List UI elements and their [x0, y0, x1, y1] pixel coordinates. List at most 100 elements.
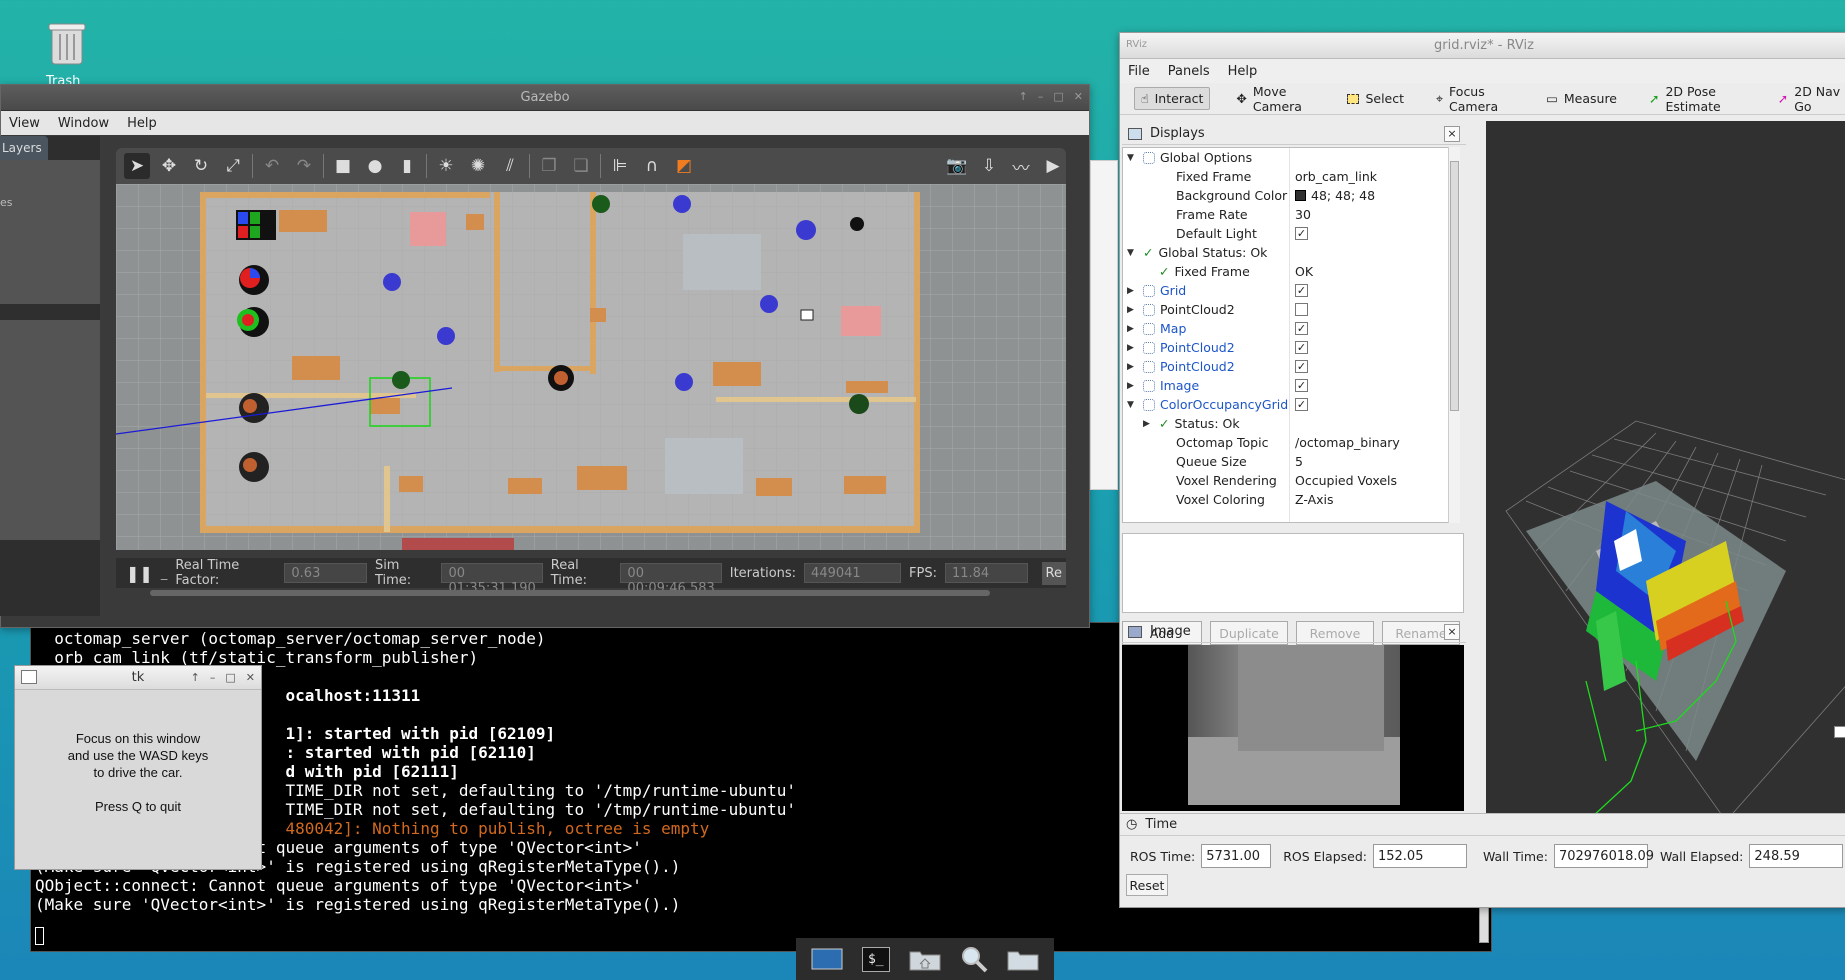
home-folder-icon[interactable]: [905, 942, 945, 976]
display-row[interactable]: ▶ Grid ✓: [1123, 281, 1457, 300]
expand-arrow-icon[interactable]: ▶: [1127, 362, 1134, 372]
tool-move-camera[interactable]: ✥ Move Camera: [1230, 81, 1321, 117]
display-row[interactable]: ▶ ✓ Status: Ok: [1123, 414, 1457, 433]
sphere-shape-icon[interactable]: ●: [362, 153, 388, 179]
copy-icon[interactable]: ❐: [536, 153, 562, 179]
ros-elapsed-field[interactable]: 152.05: [1372, 844, 1467, 868]
reset-world-button[interactable]: Re: [1041, 561, 1066, 585]
tk-titlebar[interactable]: tk ↑ – □ ✕: [15, 666, 261, 690]
tk-window[interactable]: tk ↑ – □ ✕ Focus on this window and use the…: [14, 665, 262, 870]
display-row[interactable]: ▼ ✓ Global Status: Ok: [1123, 243, 1457, 262]
display-row[interactable]: ✓ Fixed Frame OK: [1123, 262, 1457, 281]
shade-icon[interactable]: ↑: [1019, 90, 1028, 103]
menu-help[interactable]: Help: [127, 116, 157, 131]
display-row[interactable]: ▶ PointCloud2: [1123, 300, 1457, 319]
trash-icon[interactable]: [46, 20, 88, 70]
display-row[interactable]: ▼ Global Options: [1123, 148, 1457, 167]
tool-2d-pose-estimate[interactable]: ➚ 2D Pose Estimate: [1643, 81, 1752, 117]
display-row[interactable]: Voxel Coloring Z-Axis: [1123, 490, 1457, 509]
align-icon[interactable]: ⊫: [607, 153, 633, 179]
screenshot-icon[interactable]: 📷: [944, 153, 970, 179]
change-view-icon[interactable]: ◩: [671, 153, 697, 179]
menu-file[interactable]: File: [1128, 64, 1150, 79]
pause-button[interactable]: ❚❚: [126, 564, 153, 583]
paste-icon[interactable]: ❏: [568, 153, 594, 179]
folder-icon[interactable]: [1003, 942, 1043, 976]
expand-arrow-icon[interactable]: ▶: [1127, 286, 1134, 296]
rotate-icon[interactable]: ↻: [188, 153, 214, 179]
displays-vscroll[interactable]: [1448, 147, 1460, 523]
display-row[interactable]: Frame Rate 30: [1123, 205, 1457, 224]
select-arrow-icon[interactable]: ➤: [124, 153, 150, 179]
close-image-button[interactable]: ×: [1444, 623, 1460, 640]
display-row[interactable]: ▼ ColorOccupancyGrid ✓: [1123, 395, 1457, 414]
displays-tree[interactable]: ▼ Global Options Fixed Frame orb_cam_link Ba…: [1122, 147, 1458, 523]
spot-light-icon[interactable]: ✺: [465, 153, 491, 179]
collapse-arrow-icon[interactable]: ▼: [1127, 400, 1134, 410]
tab-layers[interactable]: Layers: [0, 136, 48, 160]
tool-focus-camera[interactable]: ⌖ Focus Camera: [1430, 81, 1520, 117]
scale-icon[interactable]: ⤢: [220, 153, 246, 179]
display-row[interactable]: ▶ PointCloud2 ✓: [1123, 357, 1457, 376]
gazebo-3d-scene[interactable]: [116, 184, 1066, 550]
menu-window[interactable]: Window: [58, 116, 109, 131]
collapse-arrow-icon[interactable]: ▼: [1127, 153, 1134, 163]
rviz-titlebar[interactable]: RViz grid.rviz* - RViz: [1120, 33, 1845, 59]
expand-arrow-icon[interactable]: ▶: [1127, 324, 1134, 334]
close-displays-button[interactable]: ×: [1444, 125, 1460, 142]
wall-time-field[interactable]: 702976018.09: [1553, 844, 1654, 868]
column-divider[interactable]: [1289, 148, 1290, 522]
show-desktop-icon[interactable]: [807, 942, 847, 976]
tool-measure[interactable]: ▭ Measure: [1540, 88, 1623, 109]
search-icon[interactable]: [954, 942, 994, 976]
display-row[interactable]: ▶ PointCloud2 ✓: [1123, 338, 1457, 357]
expand-arrow-icon[interactable]: ▶: [1127, 381, 1134, 391]
display-row[interactable]: ▶ Image ✓: [1123, 376, 1457, 395]
expand-arrow-icon[interactable]: ▶: [1127, 305, 1134, 315]
enable-checkbox[interactable]: ✓: [1295, 227, 1308, 240]
expand-arrow-icon[interactable]: ▶: [1127, 343, 1134, 353]
collapse-arrow-icon[interactable]: ▼: [1127, 248, 1134, 258]
video-record-icon[interactable]: ▶: [1040, 153, 1066, 179]
display-row[interactable]: Octomap Topic/octomap_binary: [1123, 433, 1457, 452]
display-row[interactable]: Default Light ✓: [1123, 224, 1457, 243]
tool-select[interactable]: Select: [1341, 88, 1410, 109]
ros-time-field[interactable]: 5731.00: [1201, 844, 1272, 868]
menu-panels[interactable]: Panels: [1168, 64, 1210, 79]
left-panel-selection[interactable]: [0, 304, 100, 320]
point-light-icon[interactable]: ☀: [433, 153, 459, 179]
maximize-icon[interactable]: □: [1053, 90, 1063, 103]
directional-light-icon[interactable]: ⫽: [497, 153, 523, 179]
display-row[interactable]: Background Color 48; 48; 48: [1123, 186, 1457, 205]
tool-2d-nav-goal[interactable]: ➚ 2D Nav Go: [1772, 81, 1845, 117]
shade-icon[interactable]: ↑: [191, 671, 200, 684]
gazebo-titlebar[interactable]: Gazebo ↑ – □ ✕: [1, 85, 1089, 111]
close-icon[interactable]: ✕: [246, 671, 255, 684]
enable-checkbox[interactable]: ✓: [1295, 341, 1308, 354]
display-row[interactable]: ▶ Map ✓: [1123, 319, 1457, 338]
display-row[interactable]: Voxel Rendering Occupied Voxels: [1123, 471, 1457, 490]
minimize-icon[interactable]: –: [210, 671, 216, 684]
wall-elapsed-field[interactable]: 248.59: [1749, 844, 1844, 868]
maximize-icon[interactable]: □: [225, 671, 235, 684]
terminal-launcher-icon[interactable]: $_: [856, 942, 896, 976]
rviz-3d-viewport[interactable]: ◀: [1486, 121, 1845, 813]
enable-checkbox[interactable]: ✓: [1295, 284, 1308, 297]
cylinder-shape-icon[interactable]: ▮: [394, 153, 420, 179]
rviz-side-checkbox[interactable]: [1834, 726, 1845, 738]
display-row[interactable]: Queue Size 5: [1123, 452, 1457, 471]
redo-icon[interactable]: ↷: [291, 153, 317, 179]
enable-checkbox[interactable]: ✓: [1295, 360, 1308, 373]
plot-icon[interactable]: 〰: [1008, 153, 1034, 179]
log-icon[interactable]: ⇩: [976, 153, 1002, 179]
enable-checkbox[interactable]: ✓: [1295, 398, 1308, 411]
undo-icon[interactable]: ↶: [259, 153, 285, 179]
time-reset-button[interactable]: Reset: [1126, 874, 1168, 896]
enable-checkbox[interactable]: ✓: [1295, 322, 1308, 335]
translate-icon[interactable]: ✥: [156, 153, 182, 179]
box-shape-icon[interactable]: ■: [330, 153, 356, 179]
menu-help[interactable]: Help: [1228, 64, 1258, 79]
enable-checkbox[interactable]: [1295, 303, 1308, 316]
tool-interact[interactable]: ☝ Interact: [1134, 87, 1211, 110]
enable-checkbox[interactable]: ✓: [1295, 379, 1308, 392]
